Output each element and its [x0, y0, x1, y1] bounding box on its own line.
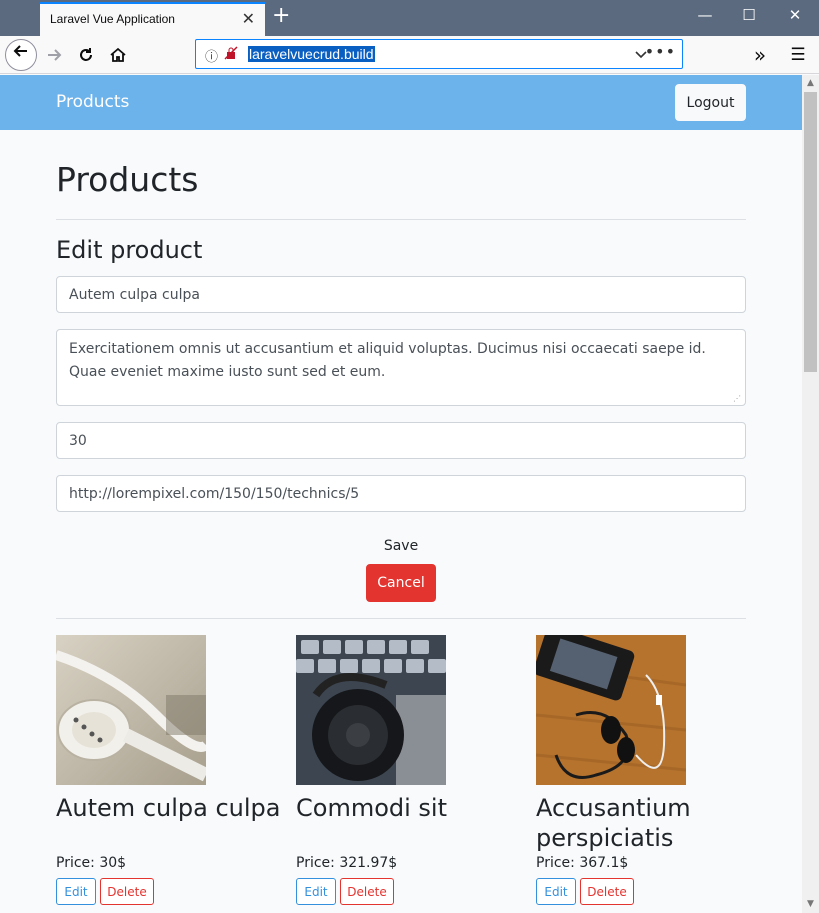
name-input[interactable] — [56, 276, 746, 313]
product-card: Autem culpa culpa Price: 30$ Edit Delete — [56, 635, 286, 913]
minimize-icon[interactable]: — — [695, 6, 715, 24]
delete-button[interactable]: Delete — [340, 878, 394, 905]
window-close-icon[interactable]: ✕ — [785, 6, 805, 24]
navbar-brand[interactable]: Products — [56, 92, 129, 112]
new-tab-icon[interactable]: + — [272, 4, 290, 28]
address-bar[interactable]: ⓘ laravelvuecrud.build ••• — [195, 39, 683, 69]
product-card: Accusantium perspiciatis Price: 367.1$ E… — [536, 635, 766, 913]
price-input[interactable] — [56, 422, 746, 459]
info-icon[interactable]: ⓘ — [205, 46, 218, 65]
delete-button[interactable]: Delete — [100, 878, 154, 905]
back-icon[interactable] — [5, 39, 37, 71]
menu-icon[interactable]: ☰ — [784, 41, 812, 69]
browser-titlebar: Laravel Vue Application ✕ + — ☐ ✕ — [0, 0, 819, 36]
headphones-image — [296, 635, 446, 785]
overflow-icon[interactable]: » — [746, 41, 774, 69]
earbuds-image — [56, 635, 206, 785]
form-title: Edit product — [56, 236, 203, 264]
save-button[interactable]: Save — [371, 533, 431, 559]
scroll-down-icon[interactable]: ▼ — [802, 896, 819, 913]
product-name: Accusantium perspiciatis — [536, 794, 691, 852]
edit-button[interactable]: Edit — [536, 878, 576, 905]
earphones-phone-image — [536, 635, 686, 785]
scroll-thumb[interactable] — [804, 92, 817, 372]
url-text[interactable]: laravelvuecrud.build — [248, 46, 375, 62]
page-actions-icon[interactable]: ••• — [645, 42, 676, 61]
home-icon[interactable] — [104, 41, 132, 69]
product-name: Commodi sit — [296, 794, 447, 822]
divider — [56, 618, 746, 619]
maximize-icon[interactable]: ☐ — [739, 6, 759, 24]
tab-title: Laravel Vue Application — [50, 12, 175, 26]
description-textarea[interactable]: Exercitationem omnis ut accusantium et a… — [56, 329, 746, 406]
app-navbar: Products Logout — [0, 75, 802, 130]
product-price: Price: 367.1$ — [536, 855, 629, 871]
resize-grip-icon[interactable]: ⋰ — [733, 394, 741, 403]
product-price: Price: 321.97$ — [296, 855, 398, 871]
browser-toolbar: ⓘ laravelvuecrud.build ••• » ☰ — [0, 36, 819, 74]
page-title: Products — [56, 160, 199, 199]
reload-icon[interactable] — [72, 41, 100, 69]
cancel-button[interactable]: Cancel — [366, 564, 436, 602]
edit-button[interactable]: Edit — [56, 878, 96, 905]
product-card: Commodi sit Price: 321.97$ Edit Delete — [296, 635, 526, 913]
forward-icon[interactable] — [40, 41, 68, 69]
product-price: Price: 30$ — [56, 855, 127, 871]
delete-button[interactable]: Delete — [580, 878, 634, 905]
edit-button[interactable]: Edit — [296, 878, 336, 905]
image-url-input[interactable] — [56, 475, 746, 512]
browser-tab[interactable]: Laravel Vue Application ✕ — [40, 2, 265, 36]
tracking-icon[interactable] — [224, 46, 238, 63]
scroll-up-icon[interactable]: ▲ — [802, 75, 819, 92]
product-name: Autem culpa culpa — [56, 794, 281, 822]
divider — [56, 219, 746, 220]
page-scrollbar[interactable]: ▲ ▼ — [802, 75, 819, 913]
tab-close-icon[interactable]: ✕ — [242, 9, 255, 28]
logout-button[interactable]: Logout — [675, 84, 746, 121]
